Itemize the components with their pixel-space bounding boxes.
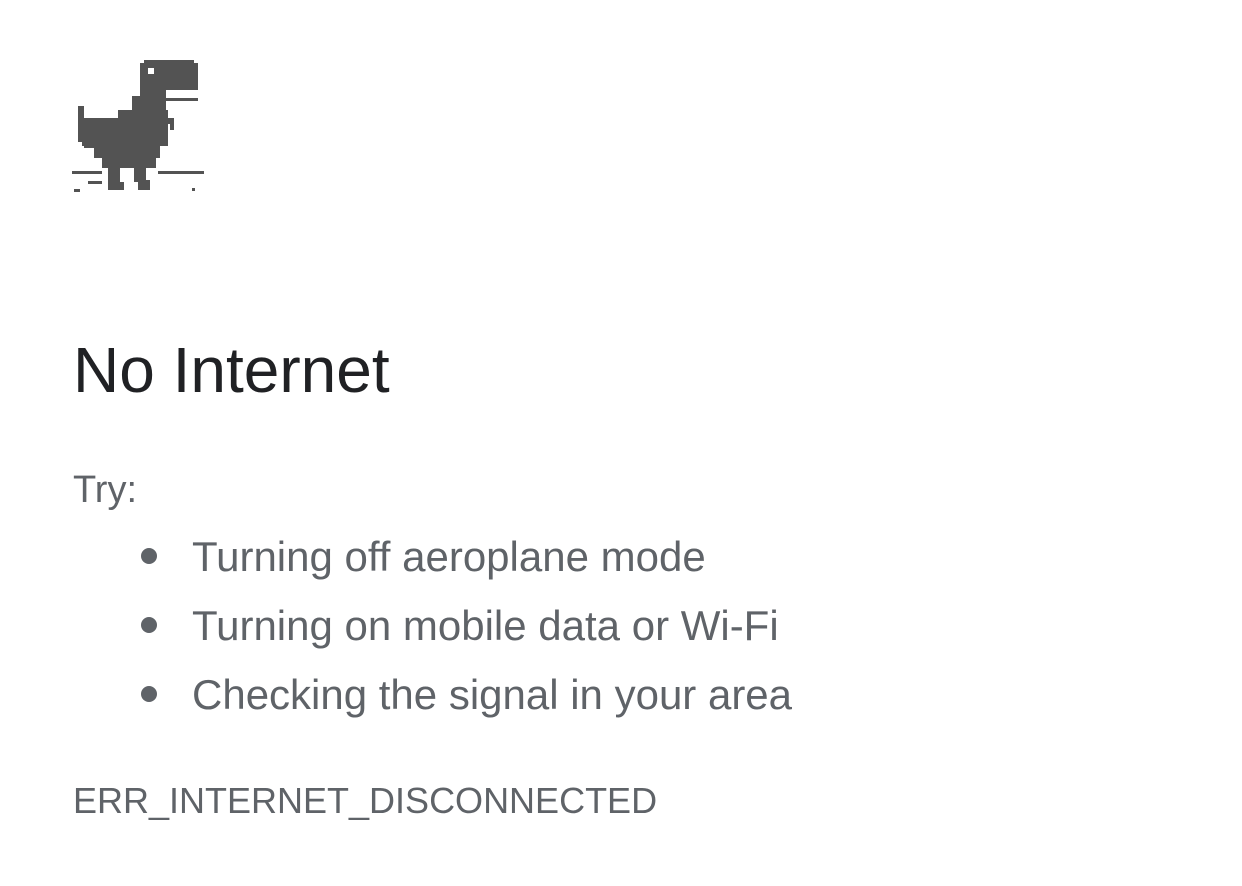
suggestion-text: Turning off aeroplane mode bbox=[192, 533, 706, 580]
error-code: ERR_INTERNET_DISCONNECTED bbox=[73, 780, 658, 821]
bullet-icon bbox=[141, 617, 157, 633]
suggestion-item: Turning off aeroplane mode bbox=[73, 532, 792, 582]
offline-dino-icon[interactable] bbox=[70, 60, 210, 196]
suggestion-text: Turning on mobile data or Wi-Fi bbox=[192, 602, 779, 649]
page-title: No Internet bbox=[73, 334, 390, 406]
suggestion-text: Checking the signal in your area bbox=[192, 671, 793, 718]
suggestion-item: Checking the signal in your area bbox=[73, 670, 792, 720]
bullet-icon bbox=[141, 686, 157, 702]
suggestions-list: Turning off aeroplane mode Turning on mo… bbox=[73, 532, 792, 739]
try-label: Try: bbox=[73, 469, 138, 511]
suggestion-item: Turning on mobile data or Wi-Fi bbox=[73, 601, 792, 651]
bullet-icon bbox=[141, 548, 157, 564]
